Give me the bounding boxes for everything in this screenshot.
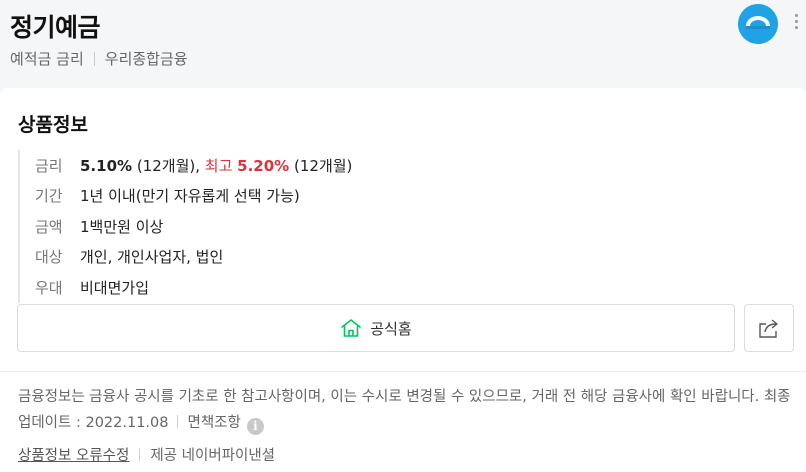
product-info-card: 상품정보 금리 5.10% (12개월), 최고 5.20% (12개월) 기간… bbox=[0, 88, 806, 472]
base-rate-term: (12개월), bbox=[136, 156, 200, 175]
info-label: 우대 bbox=[35, 278, 63, 297]
info-value: 1백만원 이상 bbox=[80, 217, 164, 236]
woori-bank-logo-icon[interactable] bbox=[738, 4, 778, 44]
share-icon bbox=[759, 319, 778, 338]
notice-divider bbox=[177, 415, 179, 428]
info-row-amount: 금액 1백만원 이상 bbox=[35, 211, 352, 242]
breadcrumb: 예적금 금리 우리종합금융 bbox=[10, 48, 188, 69]
section-title: 상품정보 bbox=[18, 114, 88, 136]
more-vertical-icon[interactable] bbox=[795, 14, 799, 34]
share-button[interactable] bbox=[744, 304, 794, 352]
home-icon bbox=[341, 319, 362, 337]
provider-text: 제공 네이버파이낸셜 bbox=[150, 448, 276, 464]
report-error-link[interactable]: 상품정보 오류수정 bbox=[18, 444, 129, 465]
breadcrumb-divider bbox=[93, 51, 95, 66]
info-label: 금리 bbox=[35, 156, 63, 175]
disclaimer-link[interactable]: 면책조항 bbox=[187, 415, 240, 431]
info-value-rate: 5.10% (12개월), 최고 5.20% (12개월) bbox=[80, 155, 352, 176]
info-row-benefit: 우대 비대면가입 bbox=[35, 272, 352, 303]
page-header: 정기예금 예적금 금리 우리종합금융 bbox=[0, 0, 806, 88]
max-rate-label: 최고 bbox=[204, 156, 233, 175]
info-value: 1년 이내(만기 자유롭게 선택 가능) bbox=[80, 187, 300, 206]
divider bbox=[0, 371, 806, 372]
info-label: 대상 bbox=[35, 248, 63, 267]
info-icon[interactable]: i bbox=[246, 418, 264, 435]
breadcrumb-category[interactable]: 예적금 금리 bbox=[10, 48, 84, 69]
info-row-target: 대상 개인, 개인사업자, 법인 bbox=[35, 242, 352, 273]
page-title: 정기예금 bbox=[10, 13, 101, 42]
info-row-rate: 금리 5.10% (12개월), 최고 5.20% (12개월) bbox=[35, 150, 352, 181]
official-home-button[interactable]: 공식홈 bbox=[17, 304, 735, 352]
footer-links: 상품정보 오류수정 제공 네이버파이낸셜 bbox=[18, 444, 275, 465]
info-value: 개인, 개인사업자, 법인 bbox=[80, 248, 224, 267]
product-info-list: 금리 5.10% (12개월), 최고 5.20% (12개월) 기간 1년 이… bbox=[18, 150, 352, 303]
info-value: 비대면가입 bbox=[80, 278, 150, 297]
info-row-period: 기간 1년 이내(만기 자유롭게 선택 가능) bbox=[35, 181, 352, 212]
max-rate-term: (12개월) bbox=[294, 156, 353, 175]
base-rate: 5.10% bbox=[80, 156, 133, 175]
footer-divider bbox=[139, 448, 141, 461]
notice-body: 금융정보는 금융사 공시를 기초로 한 참고사항이며, 이는 수시로 변경될 수… bbox=[18, 389, 791, 431]
max-rate: 5.20% bbox=[237, 156, 290, 175]
official-home-label: 공식홈 bbox=[370, 319, 412, 338]
info-label: 기간 bbox=[35, 187, 63, 206]
info-label: 금액 bbox=[35, 217, 63, 236]
breadcrumb-company[interactable]: 우리종합금융 bbox=[105, 48, 188, 69]
notice-text: 금융정보는 금융사 공시를 기초로 한 참고사항이며, 이는 수시로 변경될 수… bbox=[18, 384, 798, 436]
